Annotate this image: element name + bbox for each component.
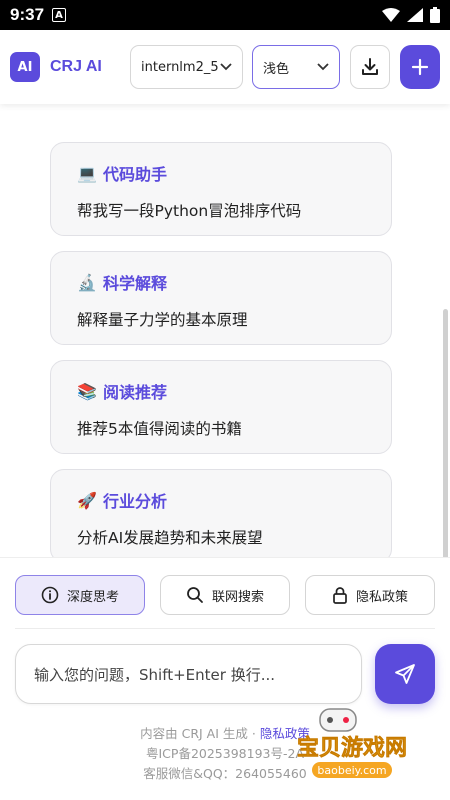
deep-think-toggle[interactable]: 深度思考: [15, 575, 145, 615]
card-title: 行业分析: [103, 492, 168, 511]
scrollbar[interactable]: [443, 309, 448, 557]
rocket-icon: 🚀: [77, 490, 97, 510]
privacy-policy-button[interactable]: 隐私政策: [305, 575, 435, 615]
theme-select[interactable]: 浅色: [252, 45, 340, 89]
card-title: 科学解释: [103, 274, 168, 293]
watermark-logo: 宝贝游戏网 baobeiy.com: [297, 708, 407, 778]
app-header: AI CRJ AI internlm2_5 浅色: [0, 30, 450, 104]
status-bar: 9:37 A: [0, 0, 450, 30]
status-icons: [382, 7, 440, 23]
card-description: 推荐5本值得阅读的书籍: [77, 420, 242, 438]
chevron-down-icon: [317, 63, 329, 71]
suggestion-card-industry[interactable]: 🚀 行业分析 分析AI发展趋势和未来展望: [50, 469, 392, 557]
books-icon: 📚: [77, 381, 97, 401]
suggestion-card-code[interactable]: 💻 代码助手 帮我写一段Python冒泡排序代码: [50, 142, 392, 236]
notification-icon: A: [52, 8, 67, 22]
card-description: 帮我写一段Python冒泡排序代码: [77, 202, 302, 220]
status-time: 9:37: [10, 5, 45, 24]
card-description: 分析AI发展趋势和未来展望: [77, 529, 263, 547]
search-icon: [187, 587, 203, 603]
battery-icon: [430, 7, 440, 23]
watermark-text: 宝贝游戏网: [297, 735, 407, 761]
app-logo: AI: [10, 52, 40, 82]
info-circle-icon: [41, 586, 59, 604]
model-select-value: internlm2_5: [141, 59, 219, 75]
plus-icon: [411, 58, 429, 76]
card-title: 阅读推荐: [103, 383, 168, 402]
watermark-url: baobeiy.com: [317, 764, 386, 777]
message-input[interactable]: 输入您的问题，Shift+Enter 换行...: [15, 644, 362, 704]
divider: [15, 628, 435, 629]
download-button[interactable]: [350, 45, 390, 89]
suggestion-card-reading[interactable]: 📚 阅读推荐 推荐5本值得阅读的书籍: [50, 360, 392, 454]
deep-think-label: 深度思考: [66, 589, 119, 605]
model-select[interactable]: internlm2_5: [130, 45, 243, 89]
chevron-down-icon: [220, 63, 232, 71]
lock-icon: [333, 587, 347, 604]
new-chat-button[interactable]: [400, 45, 440, 89]
footer-notice: 内容由 CRJ AI 生成 ·: [140, 726, 260, 741]
microscope-icon: 🔬: [77, 272, 97, 292]
download-icon: [362, 58, 378, 75]
theme-select-value: 浅色: [263, 61, 290, 77]
laptop-icon: 💻: [77, 163, 97, 183]
suggestion-card-science[interactable]: 🔬 科学解释 解释量子力学的基本原理: [50, 251, 392, 345]
message-input-placeholder: 输入您的问题，Shift+Enter 换行...: [34, 665, 275, 684]
card-description: 解释量子力学的基本原理: [77, 311, 248, 329]
web-search-label: 联网搜索: [211, 589, 264, 605]
send-button[interactable]: [375, 644, 435, 704]
wifi-icon: [382, 8, 400, 22]
suggestion-area: 💻 代码助手 帮我写一段Python冒泡排序代码 🔬 科学解释 解释量子力学的基本原…: [0, 104, 450, 557]
privacy-label: 隐私政策: [355, 589, 408, 605]
card-title: 代码助手: [103, 165, 168, 184]
signal-icon: [407, 8, 423, 22]
web-search-toggle[interactable]: 联网搜索: [160, 575, 290, 615]
app-title: CRJ AI: [50, 58, 102, 75]
send-icon: [395, 664, 415, 684]
